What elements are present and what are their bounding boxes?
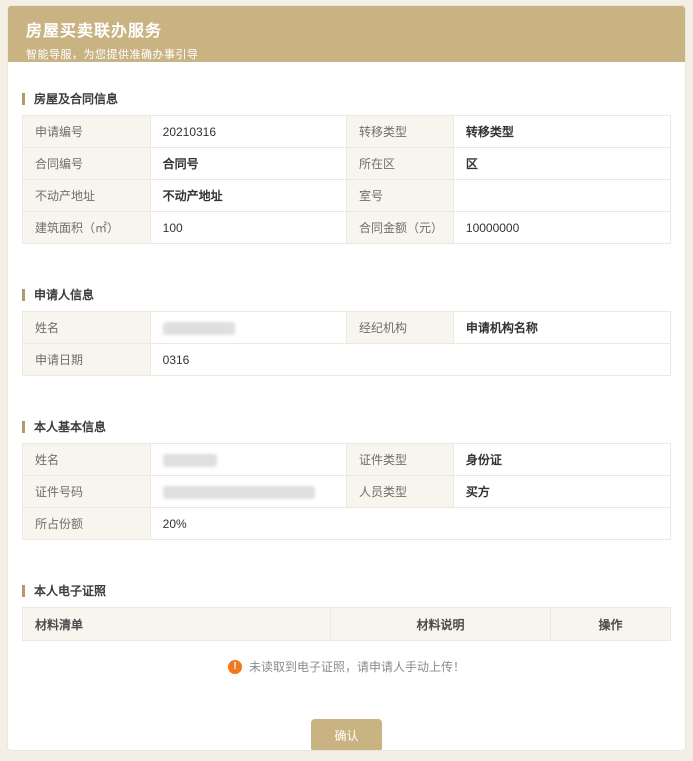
- column-header-material-list: 材料清单: [22, 607, 331, 641]
- field-value: 20%: [149, 507, 672, 540]
- confirm-button[interactable]: 确认: [311, 719, 382, 750]
- field-label: 申请编号: [22, 115, 151, 148]
- warning-icon: !: [227, 659, 242, 674]
- table-row: 所占份额 20%: [22, 507, 672, 540]
- page-subtitle: 智能导服，为您提供准确办事引导: [26, 49, 199, 61]
- field-value: 转移类型: [452, 115, 672, 148]
- page-title: 房屋买卖联办服务: [26, 23, 163, 40]
- field-label: 姓名: [22, 443, 151, 476]
- field-label: 申请日期: [22, 343, 151, 376]
- warning-message: ! 未读取到电子证照，请申请人手动上传！: [22, 658, 671, 675]
- field-label: 所占份额: [22, 507, 151, 540]
- field-value: 申请机构名称: [452, 311, 672, 344]
- field-label: 人员类型: [345, 475, 454, 508]
- redacted-value: [162, 453, 217, 467]
- table-row: 姓名 证件类型 身份证: [22, 443, 672, 476]
- page-header: 房屋买卖联办服务 智能导服，为您提供准确办事引导: [8, 6, 685, 62]
- section-title-text: 房屋及合同信息: [34, 92, 119, 106]
- field-label: 转移类型: [345, 115, 454, 148]
- section-title-house: 房屋及合同信息: [22, 90, 671, 107]
- field-value-redacted: [149, 443, 347, 476]
- field-label: 证件类型: [345, 443, 454, 476]
- column-header-material-desc: 材料说明: [329, 607, 552, 641]
- section-bar-icon: [22, 92, 25, 105]
- field-value-empty: [452, 179, 672, 212]
- field-label: 合同编号: [22, 147, 151, 180]
- section-bar-icon: [22, 420, 25, 433]
- field-value: 0316: [149, 343, 672, 376]
- field-label: 室号: [345, 179, 454, 212]
- redacted-value: [162, 321, 235, 335]
- table-row: 不动产地址 不动产地址 室号: [22, 179, 672, 212]
- table-row: 合同编号 合同号 所在区 区: [22, 147, 672, 180]
- license-material-table: 材料清单 材料说明 操作: [22, 607, 671, 641]
- redacted-value: [162, 485, 315, 499]
- section-bar-icon: [22, 584, 25, 597]
- table-row: 申请编号 20210316 转移类型 转移类型: [22, 115, 672, 148]
- section-title-text: 申请人信息: [34, 288, 95, 302]
- person-info-table: 姓名 证件类型 身份证 证件号码 人员类型 买方 所占份额 20%: [22, 443, 672, 540]
- field-label: 经纪机构: [345, 311, 454, 344]
- section-title-license: 本人电子证照: [22, 582, 671, 599]
- page-content: 房屋及合同信息 申请编号 20210316 转移类型 转移类型 合同编号 合同号…: [8, 90, 685, 750]
- section-title-person: 本人基本信息: [22, 418, 671, 435]
- field-value-redacted: [149, 475, 347, 508]
- field-label: 姓名: [22, 311, 151, 344]
- field-label: 证件号码: [22, 475, 151, 508]
- field-label: 所在区: [345, 147, 454, 180]
- field-value: 区: [452, 147, 672, 180]
- table-row: 建筑面积（㎡） 100 合同金额（元） 10000000: [22, 211, 672, 244]
- field-value: 100: [149, 211, 347, 244]
- section-title-text: 本人电子证照: [34, 584, 107, 598]
- field-label: 建筑面积（㎡）: [22, 211, 151, 244]
- warning-text: 未读取到电子证照，请申请人手动上传！: [248, 660, 465, 674]
- field-label: 不动产地址: [22, 179, 151, 212]
- table-row: 证件号码 人员类型 买方: [22, 475, 672, 508]
- field-value: 买方: [452, 475, 672, 508]
- house-info-table: 申请编号 20210316 转移类型 转移类型 合同编号 合同号 所在区 区 不…: [22, 115, 672, 244]
- field-value: 不动产地址: [149, 179, 347, 212]
- section-bar-icon: [22, 288, 25, 301]
- section-title-text: 本人基本信息: [34, 420, 107, 434]
- table-row: 姓名 经纪机构 申请机构名称: [22, 311, 672, 344]
- field-label: 合同金额（元）: [345, 211, 454, 244]
- field-value: 20210316: [149, 115, 347, 148]
- column-header-operation: 操作: [550, 607, 671, 641]
- field-value: 10000000: [452, 211, 672, 244]
- field-value: 合同号: [149, 147, 347, 180]
- table-row: 申请日期 0316: [22, 343, 672, 376]
- applicant-info-table: 姓名 经纪机构 申请机构名称 申请日期 0316: [22, 311, 672, 376]
- page-card: 房屋买卖联办服务 智能导服，为您提供准确办事引导 房屋及合同信息 申请编号 20…: [7, 5, 686, 751]
- section-title-applicant: 申请人信息: [22, 286, 671, 303]
- field-value-redacted: [149, 311, 347, 344]
- table-header-row: 材料清单 材料说明 操作: [22, 607, 671, 641]
- field-value: 身份证: [452, 443, 672, 476]
